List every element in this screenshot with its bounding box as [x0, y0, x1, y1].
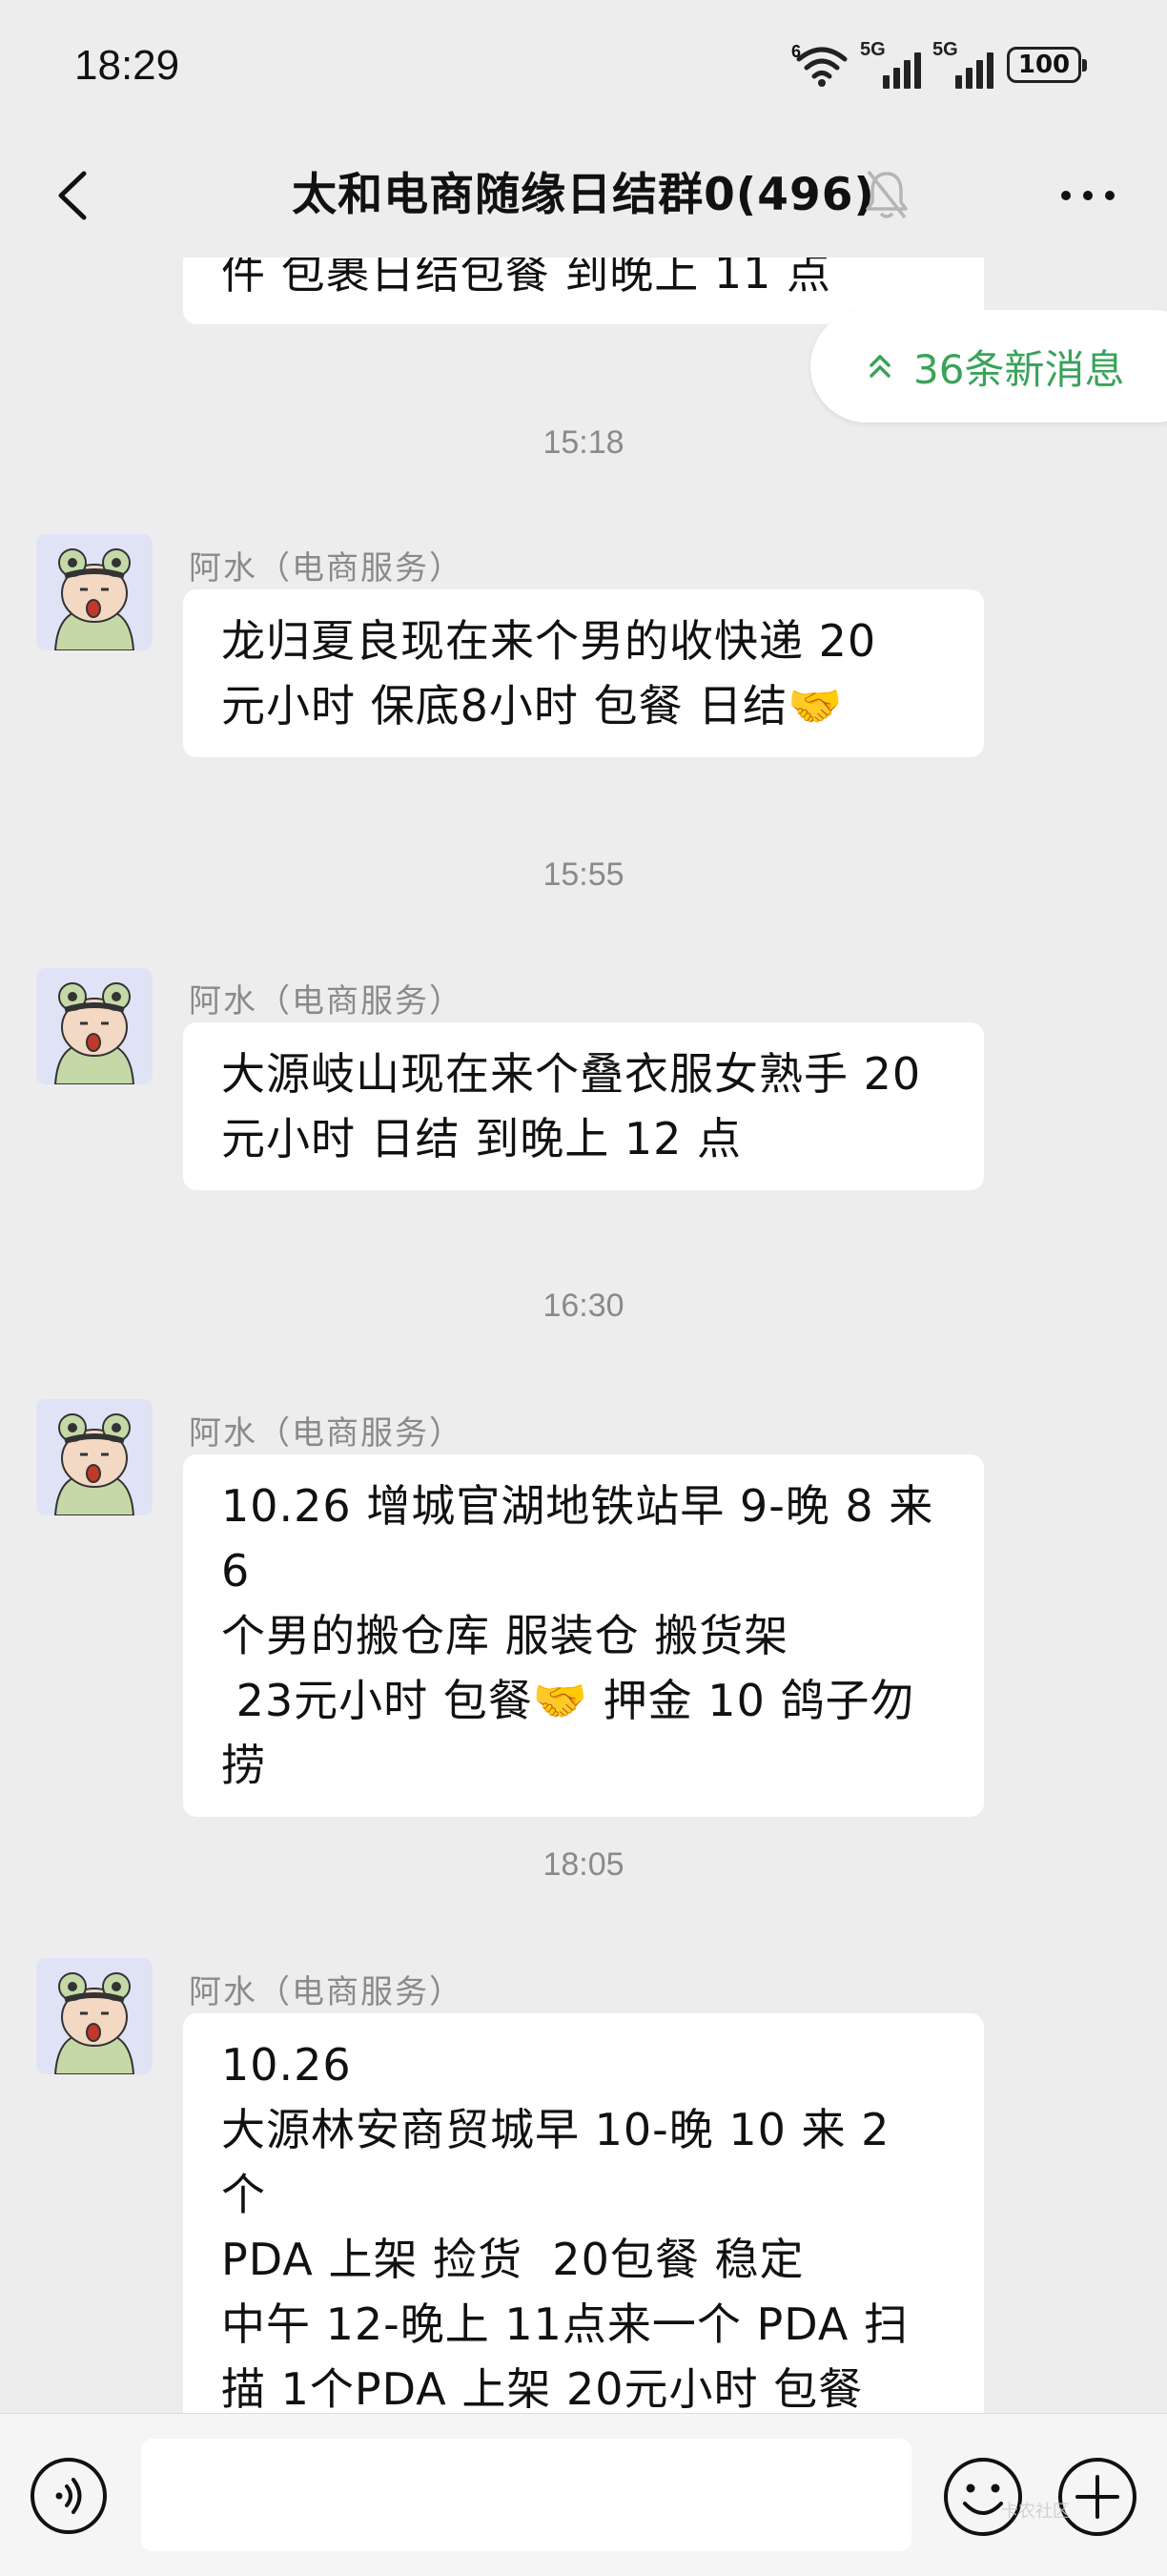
battery-level: 100: [1017, 51, 1071, 79]
timestamp: 18:05: [543, 1846, 624, 1883]
double-chevron-up-icon: [870, 354, 891, 378]
message-bubble[interactable]: 龙归夏良现在来个男的收快递 20 元小时 保底8小时 包餐 日结🤝: [183, 589, 984, 757]
timestamp: 16:30: [543, 1288, 624, 1324]
sender-name: 阿水（电商服务）: [189, 1414, 463, 1453]
avatar[interactable]: [36, 534, 153, 650]
sim1-signal-icon: 5G: [860, 39, 921, 89]
bell-off-icon: [863, 166, 911, 223]
new-messages-label: 36条新消息: [913, 345, 1125, 393]
chat-area[interactable]: 件 包裹日结包餐 到晚上 11 点 36条新消息 15:18 阿水（电商服务） …: [0, 258, 1167, 2413]
sim1-tag: 5G: [860, 39, 886, 60]
avatar[interactable]: [36, 1399, 153, 1515]
plus-circle-icon[interactable]: [1056, 2456, 1138, 2538]
status-icons: 6 5G 5G 100: [791, 38, 1087, 92]
battery-icon: 100: [1007, 47, 1087, 83]
input-bar: 卡农社区: [0, 2413, 1167, 2576]
timestamp: 15:18: [543, 424, 624, 461]
sim2-signal-icon: 5G: [932, 39, 993, 89]
chat-title: 太和电商随缘日结群0(496): [292, 169, 875, 221]
chat-header: 太和电商随缘日结群0(496): [0, 134, 1167, 258]
message-bubble[interactable]: 10.26 大源林安商贸城早 10-晚 10 来 2 个 PDA 上架 捡货 2…: [183, 2013, 984, 2413]
wifi-icon: 6: [791, 42, 849, 88]
status-time: 18:29: [74, 42, 180, 89]
message-bubble[interactable]: 大源岐山现在来个叠衣服女熟手 20 元小时 日结 到晚上 12 点: [183, 1022, 984, 1190]
message-bubble[interactable]: 10.26 增城官湖地铁站早 9-晚 8 来 6 个男的搬仓库 服装仓 搬货架 …: [183, 1454, 984, 1817]
status-bar: 18:29 6 5G 5G 100: [0, 0, 1167, 134]
timestamp: 15:55: [543, 856, 624, 893]
new-messages-button[interactable]: 36条新消息: [810, 310, 1167, 422]
avatar[interactable]: [36, 1958, 153, 2074]
avatar[interactable]: [36, 968, 153, 1084]
wifi-tag: 6: [791, 42, 802, 61]
watermark: 卡农社区: [1001, 2502, 1070, 2522]
sim2-tag: 5G: [932, 39, 958, 60]
sender-name: 阿水（电商服务）: [189, 982, 463, 1020]
emoji-icon[interactable]: [942, 2456, 1024, 2538]
more-dots-icon[interactable]: [1054, 172, 1121, 219]
sender-name: 阿水（电商服务）: [189, 1973, 463, 2011]
message-input[interactable]: [141, 2439, 911, 2551]
sender-name: 阿水（电商服务）: [189, 549, 463, 587]
voice-icon[interactable]: [29, 2456, 109, 2536]
